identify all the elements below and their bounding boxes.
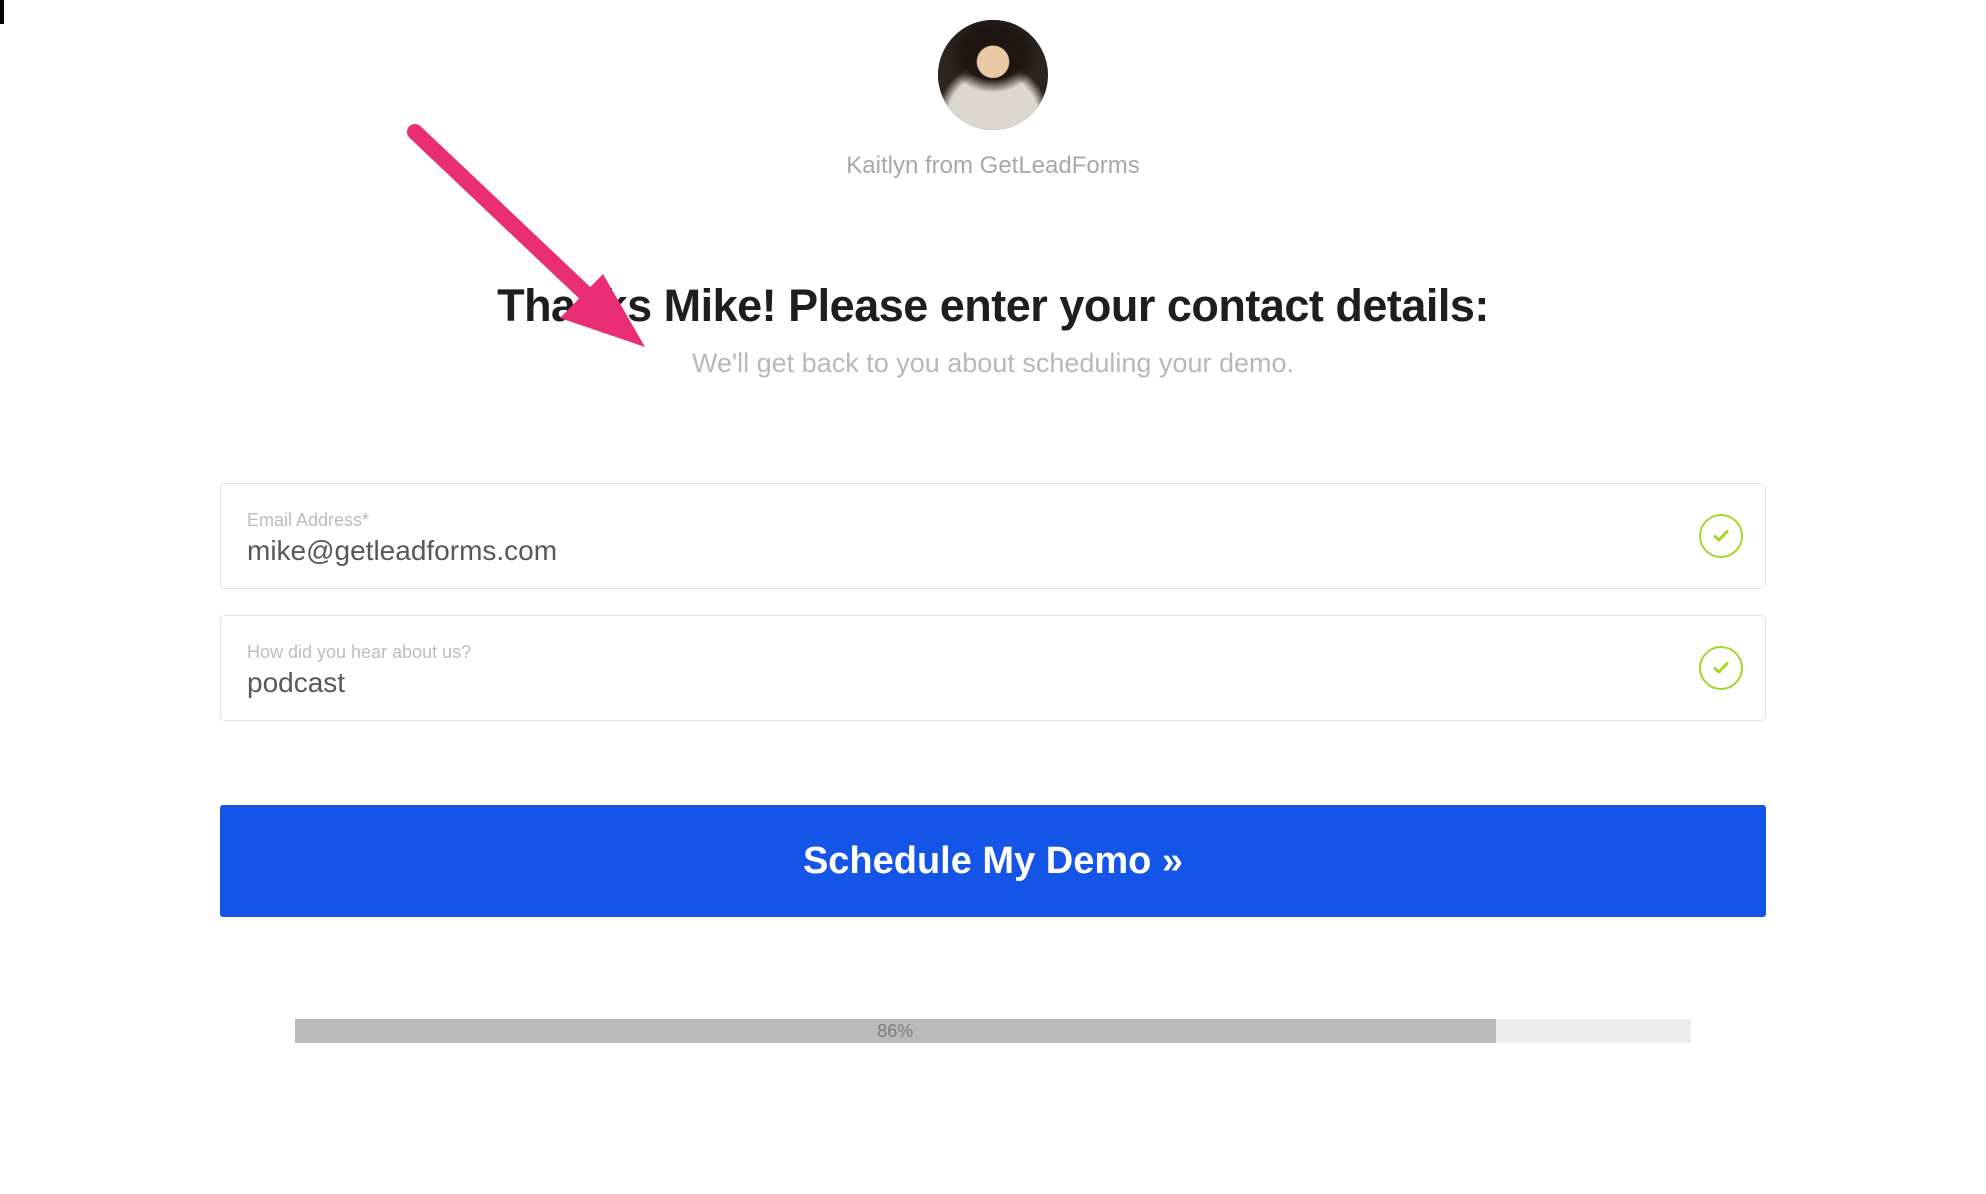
presenter-label: Kaitlyn from GetLeadForms — [846, 152, 1139, 180]
form-headline: Thanks Mike! Please enter your contact d… — [497, 280, 1489, 332]
progress-fill: 86% — [295, 1019, 1496, 1043]
source-input[interactable] — [247, 667, 1675, 699]
submit-button[interactable]: Schedule My Demo » — [220, 805, 1766, 917]
email-field-container[interactable]: Email Address* — [220, 483, 1766, 589]
source-field-label: How did you hear about us? — [247, 642, 1675, 663]
valid-check-icon — [1699, 646, 1743, 690]
progress-percent-label: 86% — [877, 1021, 913, 1042]
presenter-avatar — [938, 20, 1048, 130]
progress-bar: 86% — [295, 1019, 1691, 1043]
valid-check-icon — [1699, 514, 1743, 558]
source-field-container[interactable]: How did you hear about us? — [220, 615, 1766, 721]
form-container: Kaitlyn from GetLeadForms Thanks Mike! P… — [0, 0, 1986, 1043]
email-field-label: Email Address* — [247, 510, 1675, 531]
window-edge-marker — [0, 0, 4, 24]
email-input[interactable] — [247, 535, 1675, 567]
progress-track: 86% — [295, 1019, 1691, 1043]
form-fields: Email Address* How did you hear about us… — [220, 483, 1766, 917]
form-subheadline: We'll get back to you about scheduling y… — [692, 348, 1294, 379]
avatar-image — [938, 20, 1048, 130]
